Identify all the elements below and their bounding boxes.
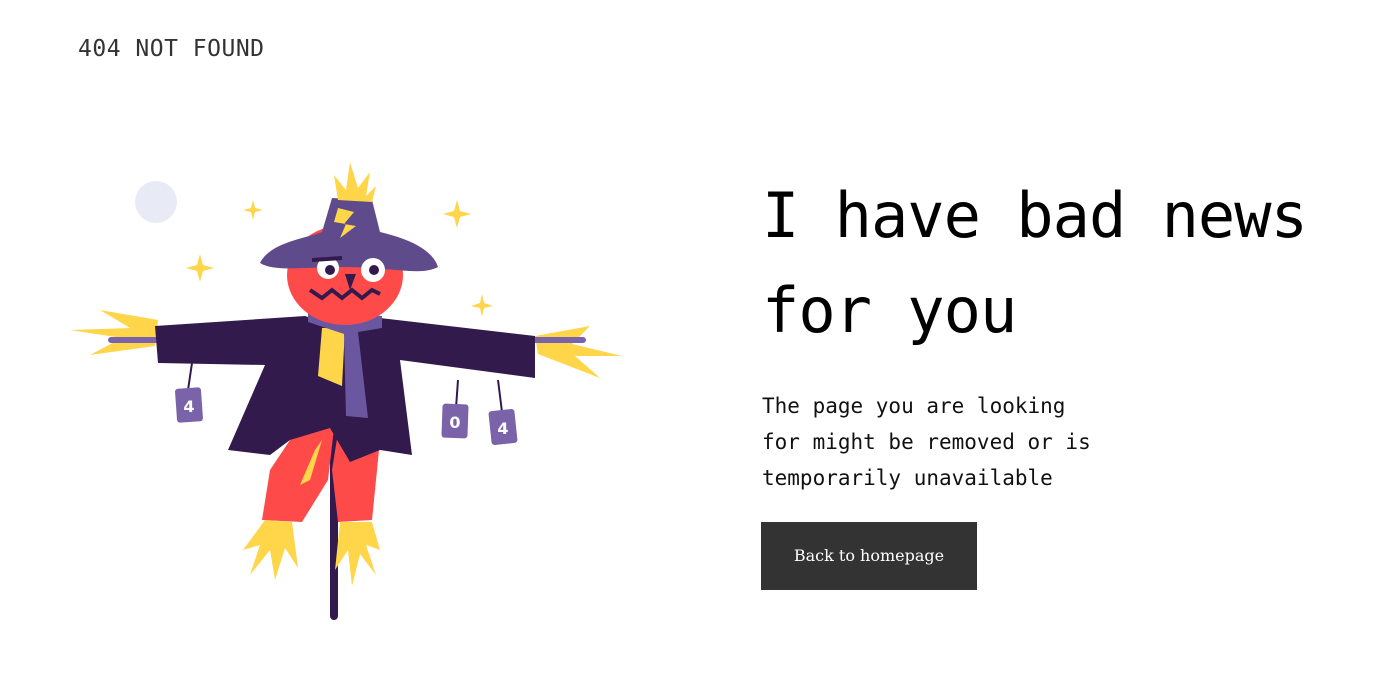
- can-digit: 4: [183, 397, 194, 416]
- description-line: for might be removed or is: [762, 430, 1091, 454]
- can-digit: 0: [449, 413, 460, 432]
- description: The page you are looking for might be re…: [762, 388, 1142, 496]
- can-digit: 4: [497, 419, 508, 438]
- back-to-homepage-button[interactable]: Back to homepage: [761, 522, 977, 590]
- moon-icon: [135, 181, 177, 223]
- description-line: The page you are looking: [762, 394, 1066, 418]
- scarecrow-illustration: 4 0 4: [60, 150, 640, 630]
- headline: I have bad news for you: [762, 168, 1362, 358]
- error-code-label: 404 NOT FOUND: [78, 36, 265, 62]
- headline-line: for you: [762, 274, 1017, 347]
- error-message: I have bad news for you The page you are…: [761, 168, 1362, 590]
- headline-line: I have bad news: [762, 179, 1308, 252]
- description-line: temporarily unavailable: [762, 466, 1053, 490]
